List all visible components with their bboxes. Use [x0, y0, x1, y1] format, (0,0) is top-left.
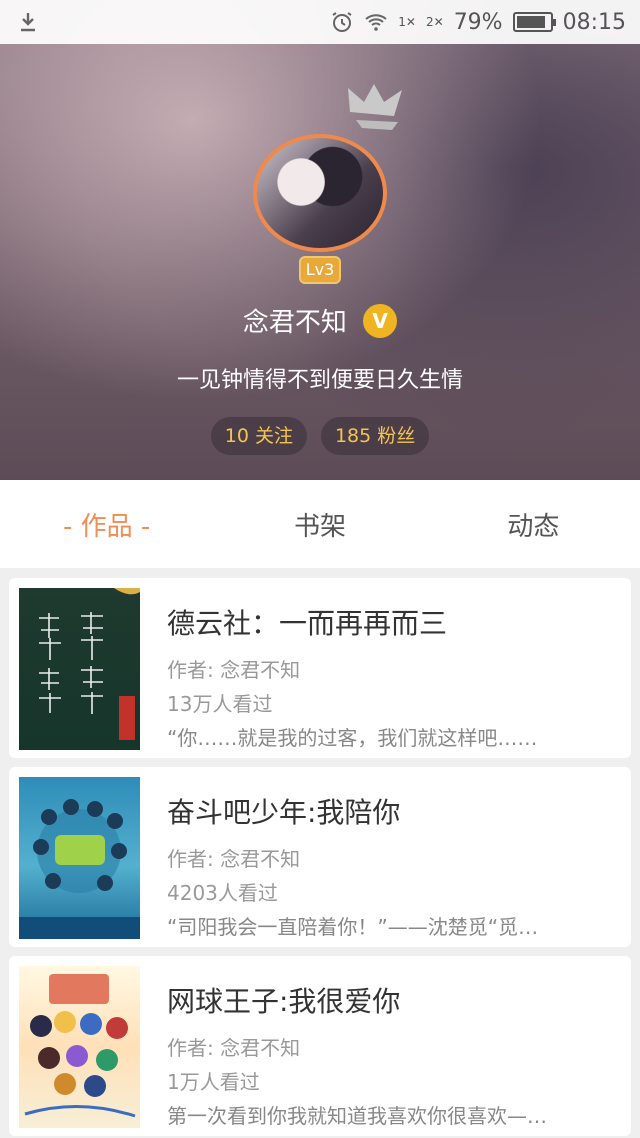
book-author: 作者: 念君不知 — [167, 847, 301, 871]
book-cover-image — [19, 966, 140, 1128]
list-item[interactable]: 网球王子:我很爱你 作者: 念君不知 1万人看过 第一次看到你我就知道我喜欢你很… — [9, 956, 631, 1136]
battery-icon — [512, 12, 556, 32]
sim1-icon: 1✕ — [398, 15, 416, 29]
profile-header: 1✕ 2✕ 79% 08:15 Lv3 念君不知 V 一见钟情得不到便要日久生情… — [0, 0, 640, 480]
following-count-button[interactable]: 10 关注 — [210, 417, 307, 455]
tab-bookshelf[interactable]: 书架 — [213, 506, 426, 543]
book-excerpt: “司阳我会一直陪着你！”——沈楚觅“觅儿… — [167, 915, 557, 939]
book-views: 4203人看过 — [167, 881, 278, 905]
tab-activity[interactable]: 动态 — [427, 506, 640, 543]
avatar-image — [253, 134, 387, 252]
user-bio: 一见钟情得不到便要日久生情 — [176, 368, 463, 393]
book-views: 13万人看过 — [167, 692, 273, 716]
book-excerpt: 第一次看到你我就知道我喜欢你很喜欢——手… — [167, 1104, 557, 1128]
download-icon — [21, 13, 35, 32]
book-cover-image — [19, 588, 140, 750]
list-item[interactable]: 德云社：一而再再而三 作者: 念君不知 13万人看过 “你……就是我的过客，我们… — [9, 578, 631, 758]
book-excerpt: “你……就是我的过客，我们就这样吧……”… — [167, 726, 557, 750]
level-badge: Lv3 — [299, 256, 341, 284]
cover-art — [24, 974, 136, 1118]
cover-art — [39, 588, 140, 740]
alarm-icon — [332, 12, 352, 32]
tab-works[interactable]: - 作品 - — [0, 506, 213, 543]
wifi-icon — [365, 14, 387, 31]
sim2-icon: 2✕ — [425, 15, 444, 29]
book-title: 网球王子:我很爱你 — [167, 985, 401, 1018]
stats-row: 10 关注 185 粉丝 — [0, 417, 640, 455]
clock: 08:15 — [562, 9, 626, 35]
cover-art — [19, 799, 140, 939]
username-row: 念君不知 V — [0, 302, 640, 339]
book-author: 作者: 念君不知 — [167, 1036, 301, 1060]
book-author: 作者: 念君不知 — [167, 658, 301, 682]
tab-bar: - 作品 - 书架 动态 — [0, 480, 640, 568]
battery-percent: 79% — [453, 9, 503, 35]
followers-count-button[interactable]: 185 粉丝 — [320, 417, 430, 455]
sim1-label: 1 — [398, 15, 406, 29]
avatar[interactable] — [249, 130, 391, 272]
username: 念君不知 — [242, 308, 347, 338]
book-title: 奋斗吧少年:我陪你 — [167, 796, 401, 829]
book-cover-image — [19, 777, 140, 939]
list-item[interactable]: 奋斗吧少年:我陪你 作者: 念君不知 4203人看过 “司阳我会一直陪着你！”—… — [9, 767, 631, 947]
sim2-label: 2 — [425, 15, 434, 29]
vip-badge-icon: V — [363, 303, 398, 338]
book-views: 1万人看过 — [167, 1070, 260, 1094]
book-title: 德云社：一而再再而三 — [167, 607, 448, 640]
status-bar: 1✕ 2✕ 79% 08:15 — [0, 0, 640, 44]
